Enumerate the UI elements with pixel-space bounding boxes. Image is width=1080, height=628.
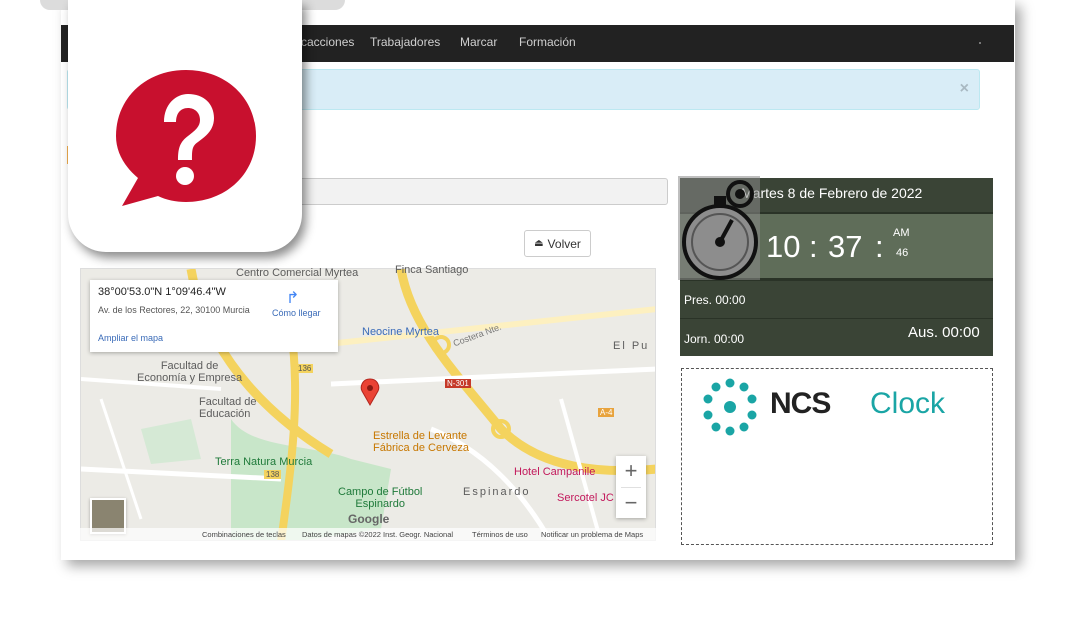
- nav-item-marcar[interactable]: Marcar: [460, 35, 497, 49]
- place-label: Estrella de Levante Fábrica de Cerveza: [373, 430, 469, 454]
- workday-row: Jorn. 00:00 Aus. 00:00: [680, 319, 993, 356]
- clock-minutes: 37: [828, 229, 863, 264]
- zoom-out-button[interactable]: −: [616, 488, 646, 518]
- presence-time: Pres. 00:00: [684, 293, 746, 307]
- company-logo-box: NCS Clock: [681, 368, 993, 545]
- nav-indicator: [979, 42, 981, 44]
- coordinates-text: 38°00'53.0"N 1°09'46.4"W: [98, 286, 226, 298]
- clock-seconds: 46: [896, 247, 909, 259]
- map-info-window: 38°00'53.0"N 1°09'46.4"W Av. de los Rect…: [90, 280, 338, 352]
- place-label: Terra Natura Murcia: [215, 456, 313, 468]
- absence-time: Aus. 00:00: [908, 324, 980, 341]
- logo-clock-text: Clock: [870, 387, 946, 420]
- clock-hours: 10: [766, 229, 801, 264]
- directions-icon[interactable]: ↱: [286, 288, 299, 308]
- help-card[interactable]: [68, 0, 302, 252]
- place-label: El Pu: [613, 340, 650, 352]
- logo-ncs-text: NCS: [770, 387, 831, 420]
- map-attribution: Combinaciones de teclas Datos de mapas ©…: [80, 528, 656, 541]
- road-shield: 138: [264, 470, 282, 479]
- directions-link[interactable]: Cómo llegar: [272, 308, 321, 318]
- presence-row: Pres. 00:00: [680, 281, 993, 318]
- map-data-text: Datos de mapas ©2022 Inst. Geogr. Nacion…: [302, 530, 454, 539]
- address-input[interactable]: [260, 178, 668, 205]
- volver-button[interactable]: ⏏ Volver: [524, 230, 591, 257]
- address-text: Av. de los Rectores, 22, 30100 Murcia: [98, 305, 250, 315]
- clock-date: Martes 8 de Febrero de 2022: [741, 185, 923, 201]
- road-shield: N-301: [445, 379, 471, 388]
- clock-ampm: AM: [893, 227, 910, 239]
- place-label: Finca Santiago: [395, 264, 469, 276]
- terms-link[interactable]: Términos de uso: [472, 530, 528, 539]
- eject-icon: ⏏: [534, 238, 544, 249]
- place-label: Centro Comercial Myrtea: [236, 267, 359, 279]
- help-question-icon: [116, 70, 256, 206]
- ncs-dots-icon: [703, 378, 757, 436]
- place-label: Hotel Campanile: [514, 466, 596, 478]
- map-pin-icon[interactable]: [358, 377, 388, 417]
- place-label: Sercotel JC: [557, 492, 614, 504]
- zoom-control: + −: [616, 456, 646, 518]
- workday-time: Jorn. 00:00: [684, 332, 745, 346]
- road-shield: 136: [296, 364, 314, 373]
- place-label: Facultad de Economía y Empresa: [137, 360, 243, 384]
- stopwatch-icon: [678, 176, 760, 280]
- place-label: Neocine Myrtea: [362, 326, 440, 338]
- shortcuts-link[interactable]: Combinaciones de teclas: [202, 530, 286, 539]
- nav-item-formacion[interactable]: Formación: [519, 35, 576, 49]
- clock-sep: :: [875, 229, 884, 264]
- alert-close-button[interactable]: ×: [960, 80, 969, 98]
- clock-sep: :: [809, 229, 818, 264]
- enlarge-map-link[interactable]: Ampliar el mapa: [98, 333, 163, 343]
- google-logo: Google: [348, 512, 390, 526]
- place-label: Campo de Fútbol Espinardo: [338, 486, 423, 510]
- zoom-in-button[interactable]: +: [616, 456, 646, 486]
- report-link[interactable]: Notificar un problema de Maps: [541, 530, 643, 539]
- road-shield: A-4: [598, 408, 615, 417]
- place-label: Facultad de Educación: [199, 396, 257, 420]
- place-label: Espinardo: [463, 486, 531, 498]
- nav-item-notificaciones[interactable]: cacciones: [301, 35, 354, 49]
- volver-label: Volver: [547, 236, 581, 251]
- nav-item-trabajadores[interactable]: Trabajadores: [370, 35, 440, 49]
